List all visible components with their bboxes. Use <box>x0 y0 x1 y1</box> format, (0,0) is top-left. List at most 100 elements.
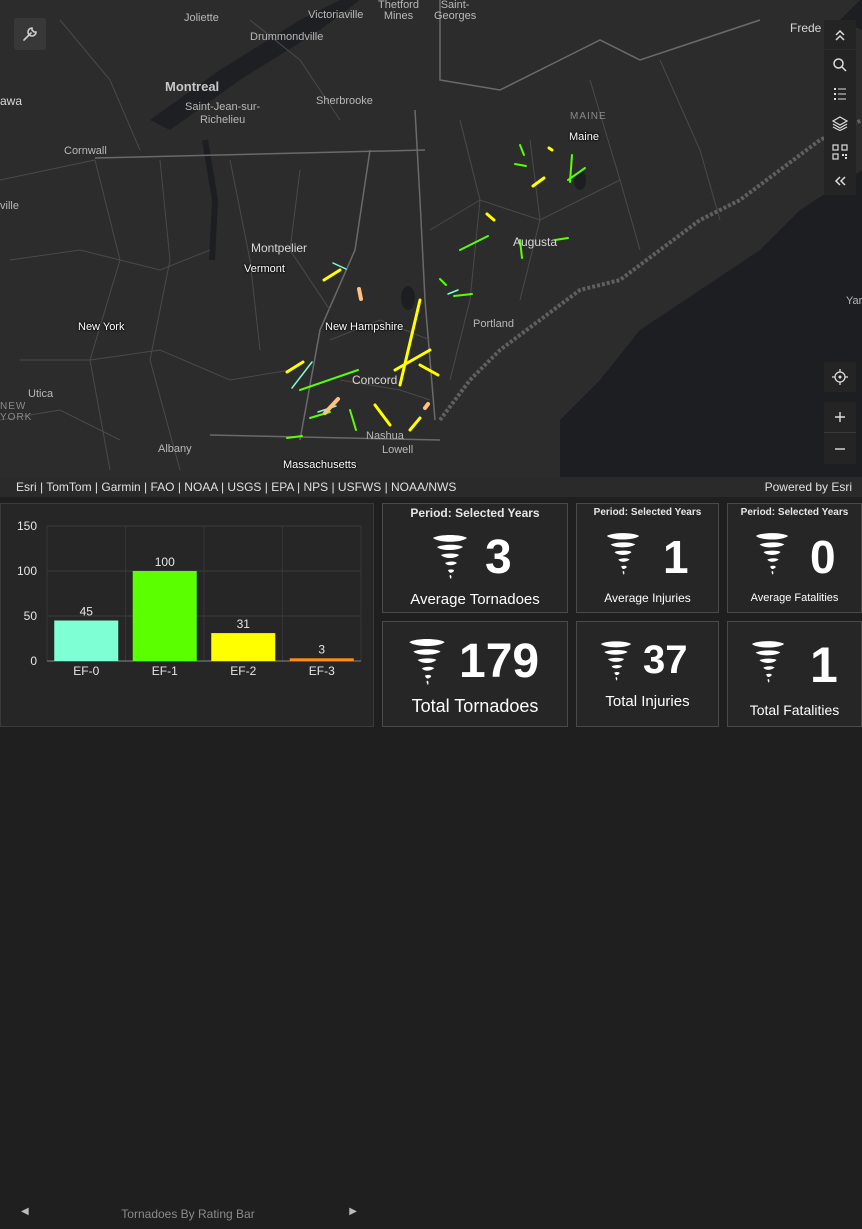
label-montpelier: Montpelier <box>251 241 308 255</box>
minus-icon <box>835 447 845 450</box>
label-joliette: Joliette <box>184 12 219 24</box>
tornado-icon <box>606 533 640 575</box>
expand-panel-button[interactable] <box>824 166 856 195</box>
tornado-icon <box>600 641 632 681</box>
bar <box>289 658 354 661</box>
card-total-tornadoes: 179 Total Tornadoes <box>382 621 568 727</box>
zoom-control <box>824 402 856 464</box>
bar-chart: 0 50 100 150 45 EF-0 100 EF-1 31 EF-2 3 EF-3 <box>17 519 362 678</box>
label-thetford-mines: Thetford Mines <box>378 0 419 22</box>
y-tick-label: 100 <box>17 564 37 578</box>
tornadoes-by-rating-chart-panel: 0 50 100 150 45 EF-0 100 EF-1 31 EF-2 3 EF-3 ◀ Torn… <box>0 503 374 1221</box>
label-montreal: Montreal <box>165 79 220 94</box>
card-period: Period: Selected Years <box>410 506 540 520</box>
bar-value-label: 45 <box>80 605 94 619</box>
label-augusta: Augusta <box>513 235 558 249</box>
card-value: 1 <box>663 531 689 583</box>
label-frede: Frede <box>790 21 822 35</box>
label-lowell: Lowell <box>382 444 414 456</box>
label-victoriaville: Victoriaville <box>308 9 364 21</box>
card-average-injuries: Period: Selected Years 1 Average Injurie… <box>576 503 719 613</box>
locate-button[interactable] <box>824 362 856 391</box>
card-period: Period: Selected Years <box>740 507 849 518</box>
locate-icon <box>832 368 848 385</box>
label-massachusetts: Massachusetts <box>283 459 357 471</box>
chart-title: Tornadoes By Rating Bar <box>121 1207 255 1221</box>
card-average-fatalities: Period: Selected Years 0 Average Fatalit… <box>727 503 862 613</box>
label-vermont: Vermont <box>244 263 285 275</box>
search-icon <box>833 57 847 72</box>
search-button[interactable] <box>824 50 856 79</box>
tornado-icon <box>409 639 445 685</box>
x-tick-label: EF-3 <box>309 664 335 678</box>
label-saint-georges: Saint- Georges <box>434 0 477 22</box>
chevron-left-double-icon <box>834 175 846 186</box>
label-maine-state: MAINE <box>570 111 607 122</box>
plus-icon <box>835 412 845 422</box>
map-widgets <box>824 50 856 195</box>
list-icon <box>834 87 846 100</box>
legend-button[interactable] <box>824 79 856 108</box>
layers-icon <box>832 115 848 131</box>
tornado-icon <box>751 641 785 683</box>
layers-button[interactable] <box>824 108 856 137</box>
basemap-gallery-button[interactable] <box>824 137 856 166</box>
card-value: 37 <box>643 638 688 682</box>
card-title: Total Fatalities <box>749 702 840 718</box>
label-new-york-state: NEW YORK <box>0 401 33 423</box>
card-value: 0 <box>810 531 836 583</box>
x-tick-label: EF-2 <box>230 664 256 678</box>
card-title: Average Injuries <box>604 591 691 605</box>
map-view[interactable]: Joliette Victoriaville Thetford Mines Sa… <box>0 0 862 497</box>
label-saint-jean: Saint-Jean-sur- Richelieu <box>185 101 261 126</box>
label-drummondville: Drummondville <box>250 31 324 43</box>
chevron-up-double-icon <box>835 29 845 41</box>
y-tick-label: 150 <box>17 519 37 533</box>
label-nashua: Nashua <box>366 430 404 442</box>
tool-button[interactable] <box>14 18 46 50</box>
label-yar: Yar <box>846 295 862 307</box>
label-albany: Albany <box>158 443 192 455</box>
locate-control <box>824 362 856 392</box>
label-maine: Maine <box>569 131 599 143</box>
y-tick-label: 0 <box>30 654 37 668</box>
x-tick-label: EF-1 <box>152 664 178 678</box>
card-value: 3 <box>485 531 512 584</box>
zoom-out-button[interactable] <box>824 433 856 464</box>
y-tick-label: 50 <box>24 609 38 623</box>
card-title: Total Tornadoes <box>411 696 539 716</box>
bar <box>54 620 119 661</box>
card-title: Total Injuries <box>605 693 690 710</box>
card-total-fatalities: 1 Total Fatalities <box>727 621 862 727</box>
label-sherbrooke: Sherbrooke <box>316 95 373 107</box>
bar-value-label: 3 <box>318 642 325 656</box>
label-awa: awa <box>0 94 23 108</box>
bar-value-label: 31 <box>237 617 251 631</box>
tornado-icon <box>755 533 789 575</box>
card-period: Period: Selected Years <box>593 507 702 518</box>
wrench-icon <box>23 27 37 41</box>
bar-value-label: 100 <box>155 555 175 569</box>
card-total-injuries: 37 Total Injuries <box>576 621 719 727</box>
tornado-icon <box>433 535 467 579</box>
collapse-toolbar-button[interactable] <box>824 20 856 49</box>
card-title: Average Fatalities <box>750 592 839 604</box>
x-tick-label: EF-0 <box>73 664 99 678</box>
card-title: Average Tornadoes <box>410 591 540 608</box>
label-new-hampshire: New Hampshire <box>325 321 404 333</box>
attribution-text[interactable]: Esri | TomTom | Garmin | FAO | NOAA | US… <box>16 477 456 497</box>
chart-footer: ◀ Tornadoes By Rating Bar ▶ <box>1 1201 375 1229</box>
label-portland: Portland <box>473 318 514 330</box>
card-value: 179 <box>459 635 540 688</box>
powered-by-esri[interactable]: Powered by Esri <box>765 477 852 497</box>
zoom-in-button[interactable] <box>824 402 856 433</box>
next-chart-button[interactable]: ▶ <box>349 1206 357 1217</box>
label-cornwall: Cornwall <box>64 145 107 157</box>
bar <box>132 571 197 661</box>
map-attribution: Esri | TomTom | Garmin | FAO | NOAA | US… <box>0 477 862 497</box>
card-value: 1 <box>810 637 838 693</box>
label-utica: Utica <box>28 388 54 400</box>
card-average-tornadoes: Period: Selected Years 3 Average Tornado… <box>382 503 568 613</box>
bar <box>211 633 276 661</box>
label-ville: ville <box>0 200 19 212</box>
